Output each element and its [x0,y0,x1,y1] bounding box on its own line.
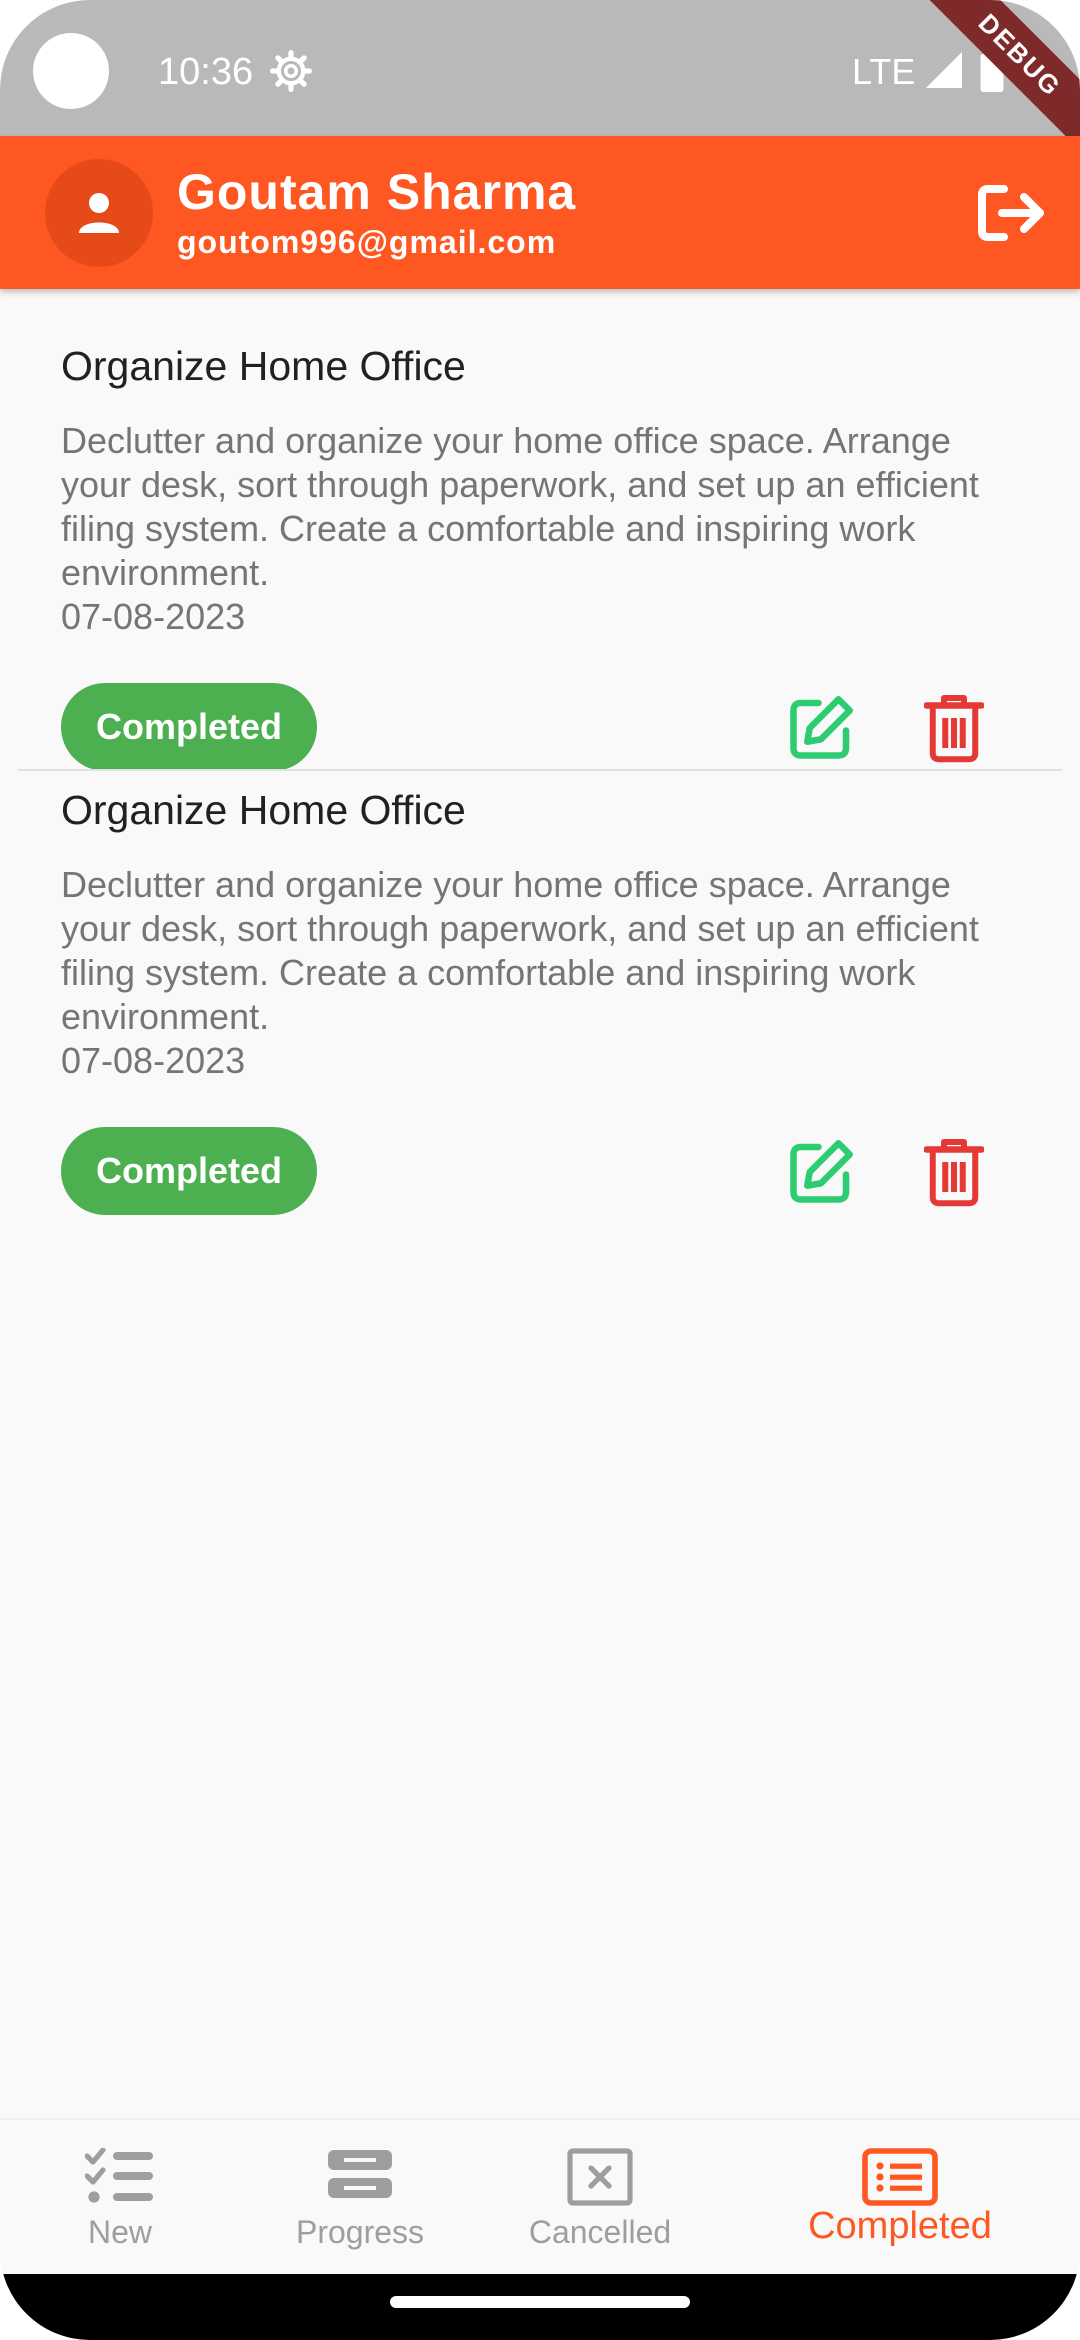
edit-icon[interactable] [786,1137,856,1207]
task-card[interactable]: Organize Home Office Declutter and organ… [0,289,1080,771]
task-list: Organize Home Office Declutter and organ… [0,289,1080,1251]
user-name: Goutam Sharma [177,164,577,220]
nav-label: Completed [808,2205,992,2247]
bottom-navigation: New Progress Cancelled Completed [0,2118,1080,2276]
avatar[interactable] [45,159,153,267]
nav-label: Progress [295,2214,425,2250]
list-icon [862,2148,938,2206]
nav-item-cancelled[interactable]: Cancelled [510,2120,690,2276]
person-icon [79,193,119,233]
camera-cutout [33,33,109,109]
status-chip: Completed [61,1127,317,1215]
task-title: Organize Home Office [61,343,466,389]
task-description: Declutter and organize your home office … [61,864,979,1037]
nav-label: Cancelled [528,2214,672,2250]
user-email: goutom996@gmail.com [177,224,557,260]
nav-item-progress[interactable]: Progress [270,2120,450,2276]
profile-app-bar: Goutam Sharma goutom996@gmail.com [0,136,1080,289]
edit-icon[interactable] [786,693,856,763]
task-description: Declutter and organize your home office … [61,420,979,593]
task-date: 07-08-2023 [61,1040,246,1081]
cancel-box-icon [567,2148,633,2206]
status-time: 10:36 [158,51,254,93]
settings-icon [270,50,312,92]
status-chip: Completed [61,683,317,771]
network-type: LTE [852,51,916,92]
nav-label: New [87,2214,152,2250]
gesture-navigation-bar [0,2274,1080,2340]
checklist-icon [85,2148,153,2203]
logout-icon[interactable] [976,182,1048,244]
status-bar: 10:36 LTE DEBUG [0,0,1080,165]
nav-item-new[interactable]: New [40,2120,200,2276]
task-title: Organize Home Office [61,787,466,833]
task-date: 07-08-2023 [61,596,246,637]
task-card[interactable]: Organize Home Office Declutter and organ… [18,769,1062,1251]
delete-icon[interactable] [924,1137,984,1207]
phone-screen: 10:36 LTE DEBUG Goutam Sharma goutom996@… [0,0,1080,2340]
signal-icon [926,52,962,88]
progress-icon [328,2150,392,2198]
delete-icon[interactable] [924,693,984,763]
home-handle[interactable] [390,2296,690,2308]
nav-item-completed[interactable]: Completed [790,2120,1010,2276]
